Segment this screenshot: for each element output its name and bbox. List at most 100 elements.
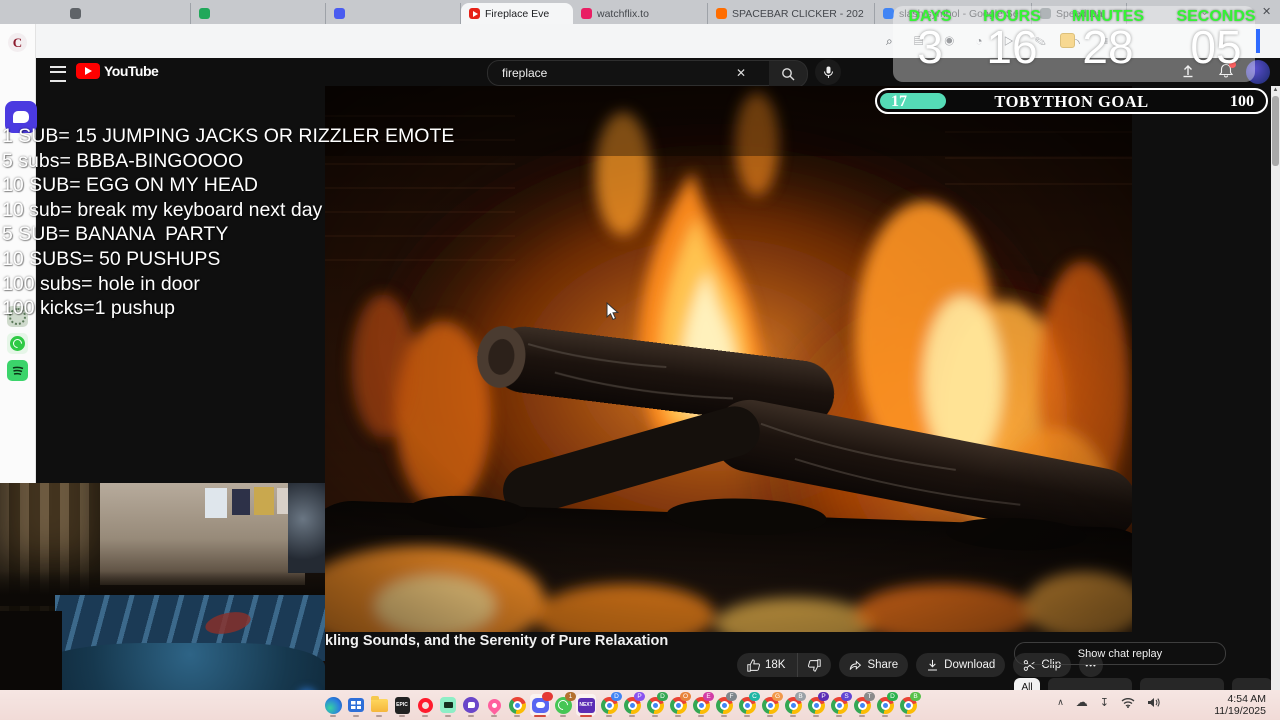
goal-line: 5 subs= BBBA-BINGOOOO [2, 149, 454, 174]
map-pin-app-icon[interactable] [484, 694, 504, 716]
search-clear-icon[interactable]: ✕ [736, 66, 746, 80]
countdown-value: 28 [1062, 24, 1154, 70]
browser-tab[interactable]: SPACEBAR CLICKER - 202 [708, 3, 875, 24]
goal-line: 100 kicks=1 pushup [2, 296, 454, 321]
file-explorer-icon[interactable] [369, 694, 389, 716]
chrome-profile-icon[interactable]: P [622, 694, 642, 716]
video-title: kling Sounds, and the Serenity of Pure R… [325, 633, 668, 649]
download-icon [926, 659, 939, 672]
profile-badge: D [887, 692, 898, 701]
clock-time: 4:54 AM [1214, 693, 1266, 705]
taskbar: EPIC 1 NEXT D P [0, 690, 1280, 720]
youtube-favicon-icon [469, 8, 480, 19]
chrome-icon[interactable] [507, 694, 527, 716]
goal-line: 10 SUB= EGG ON MY HEAD [2, 173, 454, 198]
like-count: 18K [765, 659, 785, 671]
goal-title: TOBYTHON GOAL [877, 92, 1266, 112]
purple-chat-app-icon[interactable] [461, 694, 481, 716]
tab-favicon-icon [716, 8, 727, 19]
chrome-profile-icon[interactable]: T [852, 694, 872, 716]
microphone-icon [823, 66, 834, 79]
profile-badge: O [680, 692, 691, 701]
whatsapp-taskbar-icon[interactable]: 1 [553, 694, 573, 716]
screen: Fireplace Eve watchflix.to SPACEBAR CLIC… [0, 0, 1280, 720]
next-app-icon[interactable]: NEXT [576, 694, 596, 716]
goal-line: 1 SUB= 15 JUMPING JACKS OR RIZZLER EMOTE [2, 124, 454, 149]
voice-search-button[interactable] [815, 59, 841, 85]
poster [254, 487, 274, 515]
chrome-profile-icon[interactable]: P [806, 694, 826, 716]
taskbar-clock[interactable]: 4:54 AM 11/19/2025 [1214, 693, 1266, 717]
chrome-profile-icon[interactable]: F [714, 694, 734, 716]
countdown-value: 05 [1168, 24, 1264, 70]
scrollbar-up-arrow-icon[interactable]: ▲ [1271, 86, 1280, 95]
wall-flag [288, 483, 325, 573]
share-button[interactable]: Share [839, 653, 908, 677]
microsoft-store-icon[interactable] [346, 694, 366, 716]
browser-tab[interactable]: watchflix.to [573, 3, 708, 24]
chrome-profile-icon[interactable]: D [599, 694, 619, 716]
profile-badge: G [772, 692, 783, 701]
goal-max: 100 [1230, 93, 1254, 111]
scrollbar-thumb[interactable] [1272, 96, 1279, 166]
chrome-profile-icon[interactable]: O [668, 694, 688, 716]
onedrive-cloud-icon[interactable]: ☁ [1076, 695, 1088, 709]
download-button[interactable]: Download [916, 653, 1005, 677]
tray-chevron-icon[interactable]: ∧ [1057, 697, 1064, 708]
countdown-column: DAYS 3 [900, 8, 960, 70]
show-chat-replay-button[interactable]: Show chat replay [1014, 642, 1226, 665]
profile-badge: E [703, 692, 714, 701]
page-scrollbar[interactable]: ▲ [1271, 86, 1280, 690]
chrome-profile-icon[interactable]: D [875, 694, 895, 716]
search-input[interactable] [488, 65, 734, 81]
epic-games-icon[interactable]: EPIC [392, 694, 412, 716]
poster [205, 488, 227, 518]
volume-icon[interactable] [1147, 697, 1160, 708]
profile-badge: D [657, 692, 668, 701]
download-tray-icon[interactable]: ↧ [1100, 696, 1109, 709]
countdown-column: HOURS 16 [972, 8, 1052, 70]
chrome-profile-icon[interactable]: E [691, 694, 711, 716]
profile-badge: P [634, 692, 645, 701]
chrome-profile-icon[interactable]: S [829, 694, 849, 716]
search-icon [781, 67, 795, 81]
goal-line: 10 SUBS= 50 PUSHUPS [2, 247, 454, 272]
search-bar[interactable]: ✕ [487, 60, 771, 86]
browser-tab-active-youtube[interactable]: Fireplace Eve [461, 3, 573, 24]
chrome-profile-icon[interactable]: C [737, 694, 757, 716]
sub-goals-overlay: 1 SUB= 15 JUMPING JACKS OR RIZZLER EMOTE… [2, 1, 454, 370]
chrome-profile-icon[interactable]: D [645, 694, 665, 716]
opera-icon[interactable] [415, 694, 435, 716]
system-tray: ∧ ☁ ↧ [1057, 695, 1160, 709]
wifi-icon[interactable] [1121, 697, 1135, 708]
search-button[interactable] [769, 60, 808, 88]
kick-app-icon[interactable] [438, 694, 458, 716]
whatsapp-badge: 1 [565, 692, 576, 701]
taskbar-icons: EPIC 1 NEXT D P [323, 692, 918, 718]
share-icon [849, 659, 862, 672]
discord-icon[interactable] [530, 694, 550, 716]
chrome-profile-icon[interactable]: G [760, 694, 780, 716]
discord-badge [542, 692, 553, 701]
profile-badge: T [864, 692, 875, 701]
dislike-button[interactable] [797, 653, 831, 677]
countdown-column: SECONDS 05 [1168, 8, 1264, 70]
chrome-profile-icon[interactable]: B [898, 694, 918, 716]
edge-icon[interactable] [323, 694, 343, 716]
clock-date: 11/19/2025 [1214, 705, 1266, 717]
profile-badge: F [726, 692, 737, 701]
tab-favicon-icon [581, 8, 592, 19]
profile-badge: D [611, 692, 622, 701]
chrome-profile-icon[interactable]: B [783, 694, 803, 716]
thumbs-down-icon [808, 659, 821, 672]
countdown-column: MINUTES 28 [1062, 8, 1154, 70]
like-button[interactable]: 18K [737, 653, 797, 677]
countdown-value: 3 [900, 24, 960, 70]
profile-badge: S [841, 692, 852, 701]
profile-badge: P [818, 692, 829, 701]
goal-line: 5 SUB= BANANA PARTY [2, 222, 454, 247]
tobython-goal-bar: 17 TOBYTHON GOAL 100 [875, 88, 1268, 114]
thumbs-up-icon [747, 659, 760, 672]
profile-badge: B [910, 692, 921, 701]
countdown-value: 16 [972, 24, 1052, 70]
